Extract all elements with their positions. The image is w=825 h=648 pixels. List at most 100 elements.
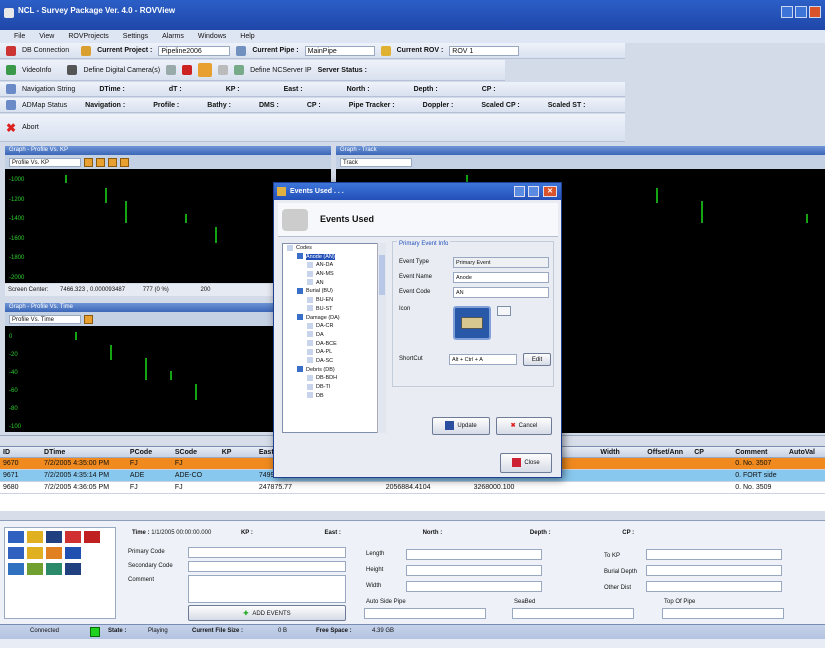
length-field[interactable]: [406, 549, 542, 560]
graph-tool-button[interactable]: [96, 157, 105, 167]
column-header[interactable]: Offset/Ann: [644, 447, 691, 457]
event-name-field[interactable]: Anode: [453, 272, 549, 283]
column-header[interactable]: PCode: [127, 447, 172, 457]
dialog-maximize-button[interactable]: [528, 186, 539, 197]
event-codes-tree[interactable]: Codes Anode (AN) AN-DA AN-MS AN Burial (BU) BU…: [282, 243, 386, 433]
event-icon[interactable]: [46, 531, 62, 543]
dialog-close-icon[interactable]: ✕: [543, 186, 557, 197]
event-type-field[interactable]: Primary Event: [453, 257, 549, 268]
column-header[interactable]: AutoVal: [786, 447, 825, 457]
event-code-field[interactable]: AN: [453, 287, 549, 298]
column-header[interactable]: Comment: [732, 447, 786, 457]
cancel-button[interactable]: ✖ Cancel: [496, 417, 552, 435]
auto-side-pipe-field[interactable]: [364, 608, 486, 619]
graph-tool-button[interactable]: [84, 314, 93, 324]
column-header[interactable]: DTime: [41, 447, 127, 457]
column-header[interactable]: KP: [219, 447, 256, 457]
tree-leaf[interactable]: DA: [283, 331, 385, 340]
tree-leaf[interactable]: DA-SC: [283, 357, 385, 366]
add-events-button[interactable]: ✚ ADD EVENTS: [188, 605, 346, 621]
secondary-code-select[interactable]: [188, 561, 346, 572]
current-project-select[interactable]: Pipeline2006: [158, 45, 231, 56]
tree-leaf[interactable]: BU-EN: [283, 296, 385, 305]
record-icon[interactable]: [166, 65, 177, 75]
event-icon[interactable]: [27, 547, 43, 559]
tree-leaf[interactable]: DB-BDH: [283, 374, 385, 383]
comment-field[interactable]: [188, 575, 346, 603]
event-icon[interactable]: [27, 563, 43, 575]
tree-leaf[interactable]: DA-CR: [283, 322, 385, 331]
tree-leaf[interactable]: DA-BCE: [283, 340, 385, 349]
close-dialog-button[interactable]: Close: [500, 453, 552, 473]
tree-group[interactable]: Burial (BU): [283, 287, 385, 296]
current-pipe-select[interactable]: MainPipe: [304, 45, 375, 56]
seabed-field[interactable]: [512, 608, 634, 619]
graph-tool-button[interactable]: [84, 157, 93, 167]
define-server-button[interactable]: Define NCServer IP: [250, 67, 311, 74]
update-button[interactable]: Update: [432, 417, 490, 435]
event-icon[interactable]: [46, 563, 62, 575]
menu-item[interactable]: View: [39, 33, 54, 40]
menu-item[interactable]: ROVProjects: [68, 33, 108, 40]
browse-icon-button[interactable]: [497, 306, 511, 316]
tree-root[interactable]: Codes: [283, 244, 385, 253]
top-of-pipe-field[interactable]: [662, 608, 784, 619]
menu-item[interactable]: Settings: [123, 33, 148, 40]
table-row[interactable]: 9680 7/2/2005 4:36:05 PM FJ FJ 247875.77 2056…: [0, 482, 825, 494]
menu-item[interactable]: Alarms: [162, 33, 184, 40]
tree-scrollbar-thumb[interactable]: [379, 255, 385, 295]
tree-group[interactable]: Anode (AN): [283, 253, 385, 262]
graph-profile-time-combo[interactable]: Profile Vs. Time: [9, 314, 81, 324]
tree-leaf[interactable]: DA-PL: [283, 348, 385, 357]
event-icon[interactable]: [65, 547, 81, 559]
graph-profile-kp-combo[interactable]: Profile Vs. KP: [9, 157, 81, 167]
event-icon[interactable]: [65, 531, 81, 543]
primary-code-select[interactable]: [188, 547, 346, 558]
graph-track-combo[interactable]: Track: [340, 157, 412, 167]
stop-icon[interactable]: [182, 65, 193, 75]
define-digital-camera-button[interactable]: Define Digital Camera(s): [83, 67, 160, 74]
db-connection-button[interactable]: DB Connection: [22, 47, 69, 54]
menu-item[interactable]: File: [14, 33, 25, 40]
tree-scrollbar[interactable]: [377, 243, 386, 433]
current-rov-select[interactable]: ROV 1: [449, 45, 520, 56]
width-field[interactable]: [406, 581, 542, 592]
column-header[interactable]: Width: [597, 447, 644, 457]
pause-icon[interactable]: [198, 63, 213, 77]
tree-leaf[interactable]: AN: [283, 279, 385, 288]
event-icon[interactable]: [27, 531, 43, 543]
event-icon[interactable]: [84, 531, 100, 543]
to-kp-field[interactable]: [646, 549, 782, 560]
event-icon[interactable]: [65, 563, 81, 575]
tree-leaf[interactable]: AN-MS: [283, 270, 385, 279]
close-button[interactable]: [809, 6, 821, 18]
abort-button[interactable]: Abort: [22, 124, 39, 131]
event-icon[interactable]: [8, 563, 24, 575]
tree-leaf[interactable]: DB: [283, 392, 385, 401]
graph-tool-button[interactable]: [120, 157, 129, 167]
event-icon[interactable]: [8, 547, 24, 559]
column-header[interactable]: ID: [0, 447, 41, 457]
shortcut-field[interactable]: Alt + Ctrl + A: [449, 354, 517, 365]
event-icon[interactable]: [46, 547, 62, 559]
maximize-button[interactable]: [795, 6, 807, 18]
play-icon[interactable]: [218, 65, 229, 75]
dialog-minimize-button[interactable]: [514, 186, 525, 197]
other-dist-field[interactable]: [646, 581, 782, 592]
tree-group[interactable]: Debris (DB): [283, 366, 385, 375]
burial-depth-field[interactable]: [646, 565, 782, 576]
tree-leaf[interactable]: DB-TI: [283, 383, 385, 392]
menu-item[interactable]: Help: [240, 33, 254, 40]
minimize-button[interactable]: [781, 6, 793, 18]
menu-item[interactable]: Windows: [198, 33, 226, 40]
event-icon[interactable]: [8, 531, 24, 543]
events-table-scrollbar[interactable]: [0, 511, 825, 520]
graph-tool-button[interactable]: [108, 157, 117, 167]
tree-group[interactable]: Damage (DA): [283, 314, 385, 323]
tree-leaf[interactable]: AN-DA: [283, 261, 385, 270]
tree-leaf[interactable]: BU-ST: [283, 305, 385, 314]
video-info-button[interactable]: VideoInfo: [22, 67, 51, 74]
column-header[interactable]: CP: [691, 447, 732, 457]
edit-shortcut-button[interactable]: Edit: [523, 353, 551, 366]
height-field[interactable]: [406, 565, 542, 576]
